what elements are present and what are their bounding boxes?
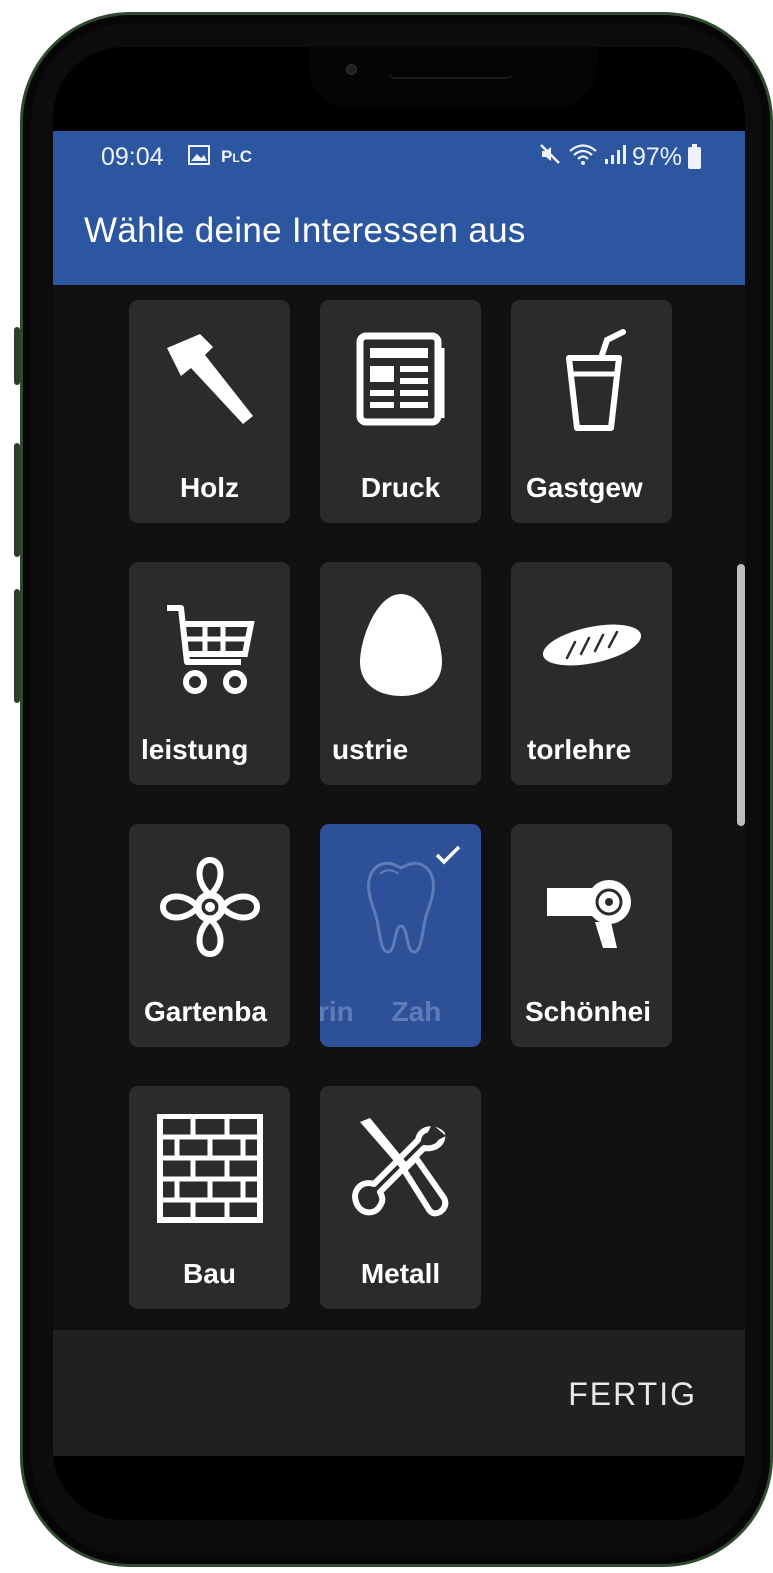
drink-icon (511, 328, 672, 438)
side-button (14, 327, 20, 385)
tile-label: Druck (360, 472, 441, 503)
tile-bau[interactable]: Bau (129, 1086, 290, 1309)
checkmark-icon (435, 844, 461, 871)
tile-label: Gartenba (144, 996, 267, 1027)
signal-icon (604, 143, 626, 172)
side-button (14, 589, 20, 703)
scrollbar[interactable] (737, 564, 745, 826)
tile-dienstleistung[interactable]: leistung (129, 562, 290, 785)
tile-konditorlehre[interactable]: torlehre (511, 562, 672, 785)
status-time: 09:04 (101, 143, 164, 171)
tile-gastgewerbe[interactable]: Gastgew (511, 300, 672, 523)
tile-gartenbau[interactable]: Gartenba (129, 824, 290, 1047)
image-icon (188, 143, 210, 172)
page-title: Wähle deine Interessen aus (84, 211, 526, 250)
bottom-bar: FERTIG (53, 1330, 745, 1456)
tile-zahnarzthelferin[interactable]: rin Zah (320, 824, 481, 1047)
mute-icon (538, 142, 562, 173)
battery-icon (688, 143, 701, 169)
tile-metall[interactable]: Metall (320, 1086, 481, 1309)
tile-schoenheit[interactable]: Schönhei (511, 824, 672, 1047)
tile-holz[interactable]: Holz (129, 300, 290, 523)
front-camera (346, 64, 357, 75)
tile-industrie[interactable]: ustrie (320, 562, 481, 785)
tile-label: Metall (360, 1258, 441, 1289)
tile-druck[interactable]: Druck (320, 300, 481, 523)
hairdryer-icon (511, 852, 672, 962)
wifi-icon (568, 142, 598, 173)
phone-screen: 09:04 PLC 97% Wähle deine Interessen aus (53, 47, 745, 1520)
bread-icon (511, 590, 672, 700)
app-bar: Wähle deine Interessen aus (53, 183, 745, 285)
tile-label: Gastgew (526, 472, 643, 503)
tile-label: Bau (183, 1258, 236, 1289)
done-button[interactable]: FERTIG (568, 1376, 697, 1413)
pc-icon: PLC (221, 147, 252, 166)
flower-icon (129, 852, 290, 962)
status-icons: 97% (538, 142, 701, 173)
battery-percent: 97% (631, 143, 682, 171)
tile-label: ustrie (332, 734, 409, 765)
tile-label: torlehre (527, 734, 632, 765)
egg-icon (320, 590, 481, 700)
status-bar: 09:04 PLC 97% (53, 131, 745, 183)
tile-label: Holz (179, 472, 240, 503)
tile-label: leistung (141, 734, 249, 765)
newspaper-icon (320, 328, 481, 438)
interest-grid[interactable]: Holz Druck Gastgew leistung ustrie torle… (53, 285, 745, 1330)
side-button (14, 443, 20, 557)
earpiece (389, 71, 513, 79)
tile-label: rin Zah (320, 996, 442, 1027)
tile-label: Schönhei (525, 996, 652, 1027)
cart-icon (129, 590, 290, 700)
hammer-icon (129, 328, 290, 438)
brick-wall-icon (129, 1114, 290, 1224)
tools-icon (320, 1114, 481, 1224)
